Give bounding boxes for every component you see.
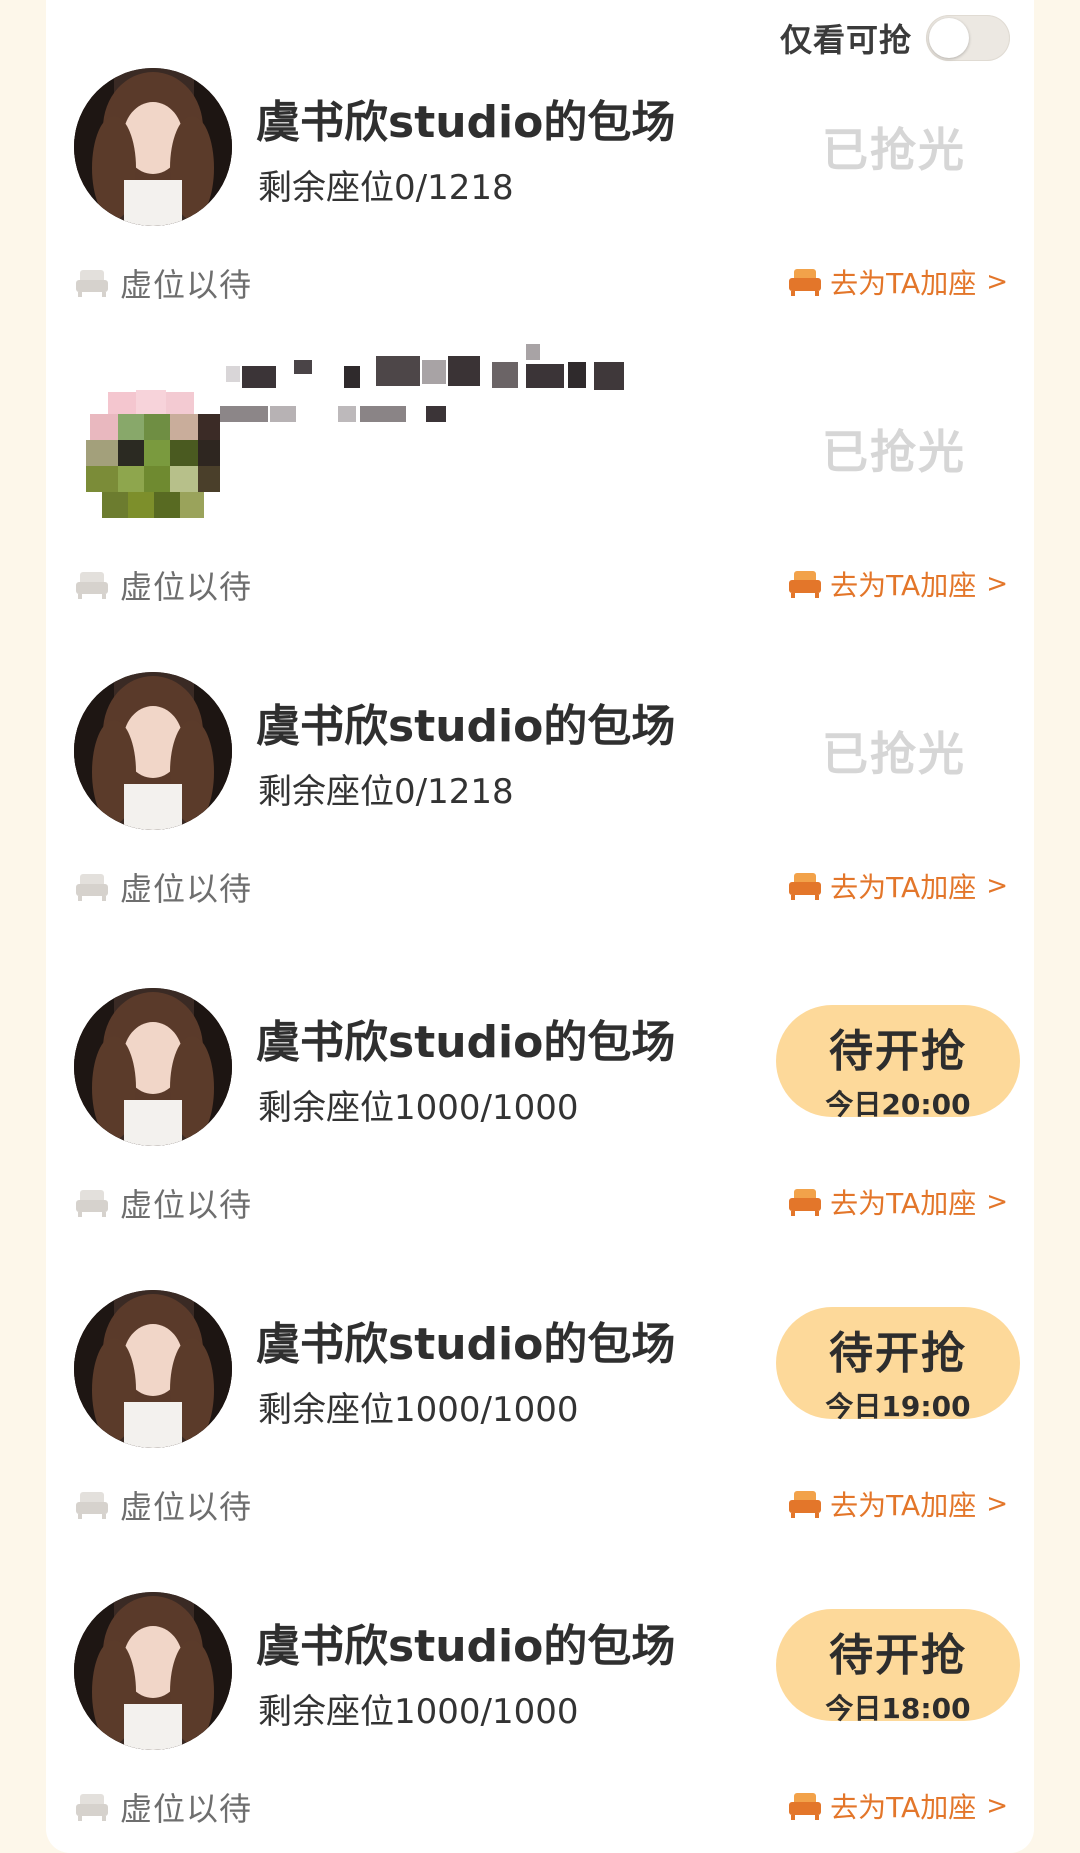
wait-label: 虚位以待 [120,1790,253,1828]
wait-indicator: 虚位以待 [74,1784,252,1830]
status-soldout: 已抢光 [822,727,966,781]
avatar [74,1290,232,1448]
add-seat-link[interactable]: 去为TA加座 > [788,1484,1008,1524]
open-time: 今日19:00 [825,1390,971,1423]
item-title: 虞书欣studio的包场 [256,701,676,752]
open-time: 今日20:00 [825,1088,971,1121]
seat-icon [76,1492,108,1519]
chevron-right-icon: > [986,871,1008,901]
avatar [68,372,238,538]
seat-icon [789,269,822,296]
pending-label: 待开抢 [829,1328,967,1379]
seat-icon [789,571,822,598]
chevron-right-icon: > [986,569,1008,599]
wait-indicator: 虚位以待 [74,260,252,306]
seat-icon [789,1793,822,1820]
list-item[interactable]: 虞书欣studio的包场 剩余座位0/1218 已抢光 虚位以待 去为TA加座 … [46,604,1034,908]
pending-label: 待开抢 [829,1026,967,1077]
add-seat-label: 去为TA加座 [830,871,977,904]
add-seat-label: 去为TA加座 [830,1187,977,1220]
seat-icon [76,1190,108,1217]
chevron-right-icon: > [986,1489,1008,1519]
avatar [74,68,232,226]
wait-label: 虚位以待 [120,266,253,304]
list-item[interactable]: 已抢光 虚位以待 去为TA加座 > [46,302,1034,606]
item-title: 虞书欣studio的包场 [256,1621,676,1672]
seat-icon [76,874,108,901]
open-time: 今日18:00 [825,1692,971,1725]
list-item[interactable]: 虞书欣studio的包场 剩余座位1000/1000 待开抢 今日20:00 虚… [46,920,1034,1224]
avatar [74,1592,232,1750]
status-pending-button[interactable]: 待开抢 今日19:00 [776,1307,1020,1423]
list-item[interactable]: 虞书欣studio的包场 剩余座位0/1218 已抢光 虚位以待 去为TA加座 … [46,0,1034,304]
add-seat-label: 去为TA加座 [830,1489,977,1522]
status-soldout: 已抢光 [822,123,966,177]
seat-icon [789,1491,822,1518]
add-seat-label: 去为TA加座 [830,1791,977,1824]
item-title: 虞书欣studio的包场 [256,1017,676,1068]
pending-label: 待开抢 [829,1630,967,1681]
seat-icon [76,1794,108,1821]
seats-remaining: 剩余座位1000/1000 [258,1390,579,1430]
seats-remaining: 剩余座位1000/1000 [258,1692,579,1732]
wait-label: 虚位以待 [120,1186,253,1224]
seats-remaining: 剩余座位1000/1000 [258,1088,579,1128]
add-seat-link[interactable]: 去为TA加座 > [788,1182,1008,1222]
seats-remaining: 剩余座位0/1218 [258,772,514,812]
add-seat-link[interactable]: 去为TA加座 > [788,866,1008,906]
status-pending-button[interactable]: 待开抢 今日20:00 [776,1005,1020,1121]
status-pending-button[interactable]: 待开抢 今日18:00 [776,1609,1020,1725]
status-soldout: 已抢光 [822,425,966,479]
chevron-right-icon: > [986,1187,1008,1217]
add-seat-label: 去为TA加座 [830,569,977,602]
wait-label: 虚位以待 [120,568,253,606]
wait-indicator: 虚位以待 [74,864,252,910]
avatar [74,988,232,1146]
add-seat-link[interactable]: 去为TA加座 > [788,1786,1008,1826]
add-seat-label: 去为TA加座 [830,267,977,300]
add-seat-link[interactable]: 去为TA加座 > [788,262,1008,302]
wait-label: 虚位以待 [120,1488,253,1526]
seat-icon [789,873,822,900]
avatar [74,672,232,830]
seat-icon [789,1189,822,1216]
add-seat-link[interactable]: 去为TA加座 > [788,564,1008,604]
seat-icon [76,270,108,297]
wait-indicator: 虚位以待 [74,1180,252,1226]
chevron-right-icon: > [986,1791,1008,1821]
wait-indicator: 虚位以待 [74,1482,252,1528]
item-title: 虞书欣studio的包场 [256,1319,676,1370]
chevron-right-icon: > [986,267,1008,297]
seat-icon [76,572,108,599]
screening-list-panel: 仅看可抢 虞书欣studio的包场 剩余座位0/1218 已抢光 虚位以待 去为… [46,0,1034,1853]
item-title: 虞书欣studio的包场 [256,97,676,148]
list-item[interactable]: 虞书欣studio的包场 剩余座位1000/1000 待开抢 今日18:00 虚… [46,1524,1034,1828]
wait-indicator: 虚位以待 [74,562,252,608]
seats-remaining: 剩余座位0/1218 [258,168,514,208]
wait-label: 虚位以待 [120,870,253,908]
list-item[interactable]: 虞书欣studio的包场 剩余座位1000/1000 待开抢 今日19:00 虚… [46,1222,1034,1526]
